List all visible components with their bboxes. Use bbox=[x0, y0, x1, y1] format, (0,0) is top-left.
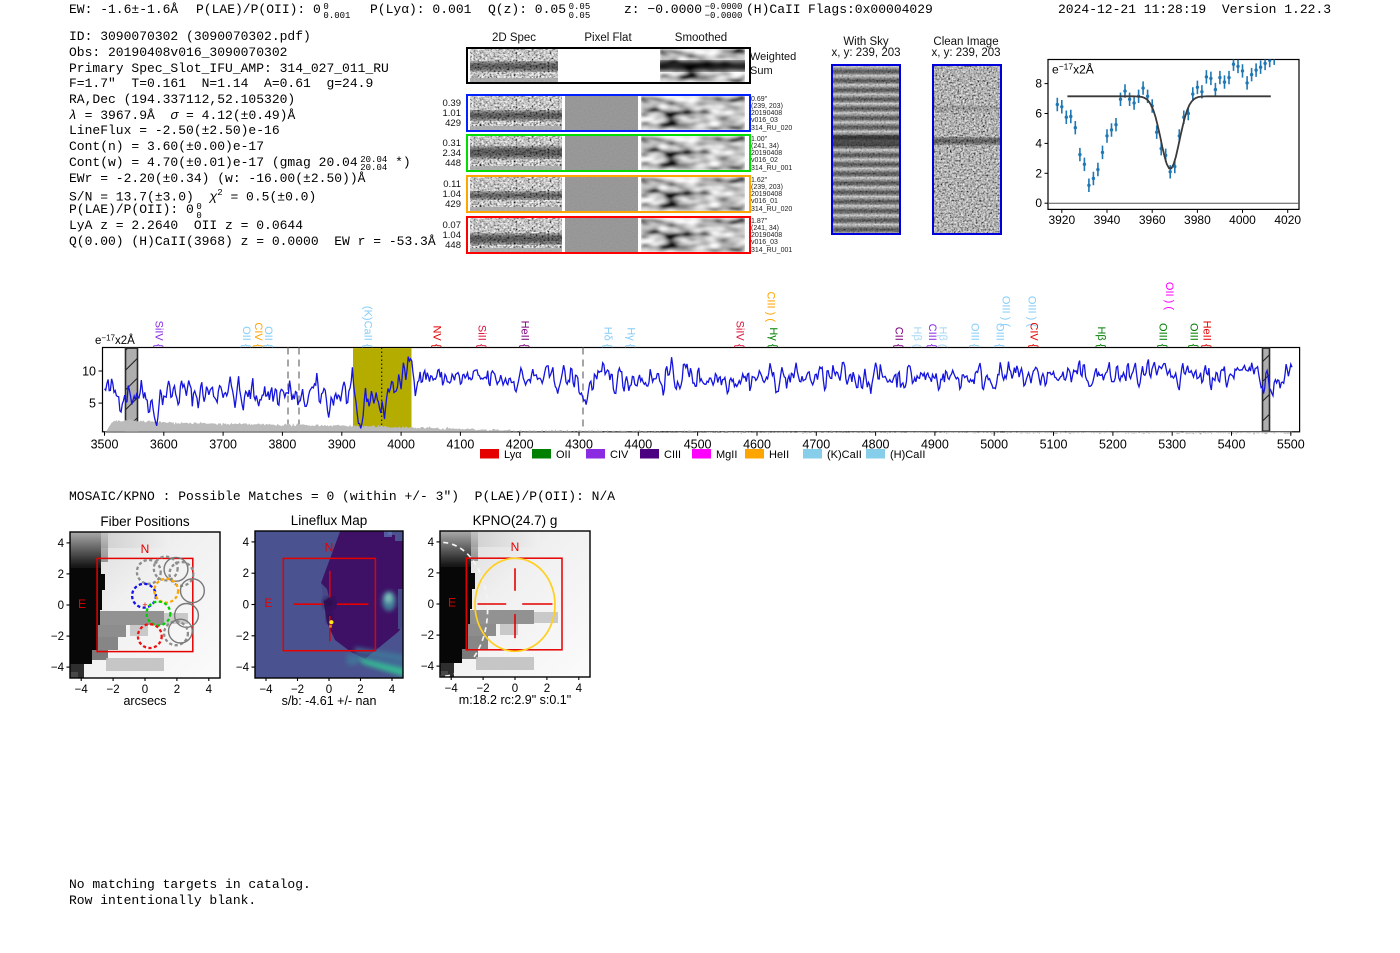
svg-text:CIV: CIV bbox=[610, 449, 629, 461]
svg-text:−4: −4 bbox=[445, 683, 459, 695]
svg-text:OIII ) (: OIII ) ( bbox=[1000, 296, 1012, 328]
svg-text:4: 4 bbox=[389, 684, 396, 696]
svg-text:3800: 3800 bbox=[268, 437, 296, 451]
svg-text:Lyα: Lyα bbox=[504, 449, 522, 461]
svg-text:4: 4 bbox=[206, 684, 213, 696]
svg-text:Hβ (: Hβ ( bbox=[937, 327, 949, 348]
svg-text:5400: 5400 bbox=[1218, 437, 1246, 451]
svg-text:3980: 3980 bbox=[1184, 213, 1211, 227]
svg-text:0: 0 bbox=[1035, 196, 1042, 210]
svg-text:HeII {: HeII { bbox=[519, 321, 531, 348]
svg-text:arcsecs: arcsecs bbox=[123, 694, 166, 708]
svg-text:4000: 4000 bbox=[1229, 213, 1256, 227]
svg-text:5100: 5100 bbox=[1040, 437, 1068, 451]
svg-text:4: 4 bbox=[1035, 136, 1042, 150]
svg-text:10: 10 bbox=[82, 364, 96, 378]
svg-text:3960: 3960 bbox=[1139, 213, 1166, 227]
svg-text:N: N bbox=[141, 542, 150, 556]
svg-text:5000: 5000 bbox=[980, 437, 1008, 451]
svg-text:Hγ {: Hγ { bbox=[767, 327, 779, 348]
svg-text:SiIV {: SiIV { bbox=[734, 321, 746, 348]
svg-text:e−17x2Å: e−17x2Å bbox=[1052, 62, 1094, 77]
svg-text:3600: 3600 bbox=[150, 437, 178, 451]
svg-text:2: 2 bbox=[174, 684, 180, 696]
svg-text:E: E bbox=[448, 595, 456, 609]
svg-text:−4: −4 bbox=[236, 662, 250, 674]
svg-text:OIII {: OIII { bbox=[1157, 323, 1169, 348]
svg-text:MgII: MgII bbox=[716, 449, 737, 461]
svg-text:−2: −2 bbox=[107, 684, 120, 696]
svg-text:−2: −2 bbox=[51, 631, 64, 643]
svg-text:(K)CaII {: (K)CaII { bbox=[362, 306, 374, 348]
svg-text:(K)CaII: (K)CaII bbox=[827, 449, 862, 461]
svg-text:OII: OII bbox=[556, 449, 571, 461]
svg-text:CIV {: CIV { bbox=[1028, 322, 1040, 347]
svg-text:HeII: HeII bbox=[769, 449, 789, 461]
svg-text:Hβ (: Hβ ( bbox=[911, 327, 923, 348]
svg-text:CIII ) (: CIII ) ( bbox=[765, 291, 777, 322]
svg-text:3500: 3500 bbox=[91, 437, 119, 451]
svg-text:−4: −4 bbox=[75, 684, 89, 696]
svg-text:4000: 4000 bbox=[387, 437, 415, 451]
svg-text:−2: −2 bbox=[421, 630, 434, 642]
svg-text:4020: 4020 bbox=[1274, 213, 1301, 227]
svg-text:−4: −4 bbox=[421, 661, 435, 673]
svg-text:N: N bbox=[511, 540, 520, 554]
svg-text:3900: 3900 bbox=[328, 437, 356, 451]
svg-text:OII ) (: OII ) ( bbox=[1163, 282, 1175, 310]
svg-text:N: N bbox=[325, 540, 334, 554]
svg-text:5: 5 bbox=[89, 396, 96, 410]
svg-text:OIII {: OIII { bbox=[1188, 323, 1200, 348]
svg-text:e−17x2Å: e−17x2Å bbox=[95, 334, 135, 348]
svg-text:4100: 4100 bbox=[446, 437, 474, 451]
svg-text:Lineflux Map: Lineflux Map bbox=[291, 513, 368, 528]
svg-text:Fiber Positions: Fiber Positions bbox=[100, 514, 190, 529]
svg-text:SiII {: SiII { bbox=[476, 325, 488, 348]
svg-text:2: 2 bbox=[428, 568, 434, 580]
svg-text:3920: 3920 bbox=[1048, 213, 1075, 227]
svg-text:KPNO(24.7) g: KPNO(24.7) g bbox=[473, 513, 558, 528]
svg-text:SiIV {: SiIV { bbox=[153, 321, 165, 348]
svg-text:m:18.2 rc:2.9" s:0.1": m:18.2 rc:2.9" s:0.1" bbox=[459, 693, 571, 707]
svg-text:0: 0 bbox=[428, 599, 434, 611]
svg-text:0: 0 bbox=[58, 600, 64, 612]
svg-text:OIII {: OIII { bbox=[969, 323, 981, 348]
svg-text:3700: 3700 bbox=[209, 437, 237, 451]
svg-text:OII {: OII { bbox=[262, 326, 274, 348]
svg-text:E: E bbox=[264, 596, 272, 610]
svg-text:−4: −4 bbox=[259, 684, 273, 696]
svg-text:+: + bbox=[142, 600, 147, 610]
svg-text:CII {: CII { bbox=[893, 327, 905, 348]
svg-text:5200: 5200 bbox=[1099, 437, 1127, 451]
svg-text:CIII: CIII bbox=[664, 449, 681, 461]
svg-text:6: 6 bbox=[1035, 107, 1042, 121]
svg-text:Hβ {: Hβ { bbox=[1095, 326, 1107, 347]
svg-text:HeII {: HeII { bbox=[1201, 321, 1213, 348]
svg-text:5500: 5500 bbox=[1277, 437, 1305, 451]
svg-text:Hδ {: Hδ { bbox=[602, 327, 614, 348]
svg-text:8: 8 bbox=[1035, 77, 1042, 91]
svg-text:5300: 5300 bbox=[1158, 437, 1186, 451]
svg-text:s/b: -4.61 +/- nan: s/b: -4.61 +/- nan bbox=[282, 694, 377, 708]
svg-text:CIII {: CIII { bbox=[926, 324, 938, 348]
svg-text:3940: 3940 bbox=[1094, 213, 1121, 227]
svg-text:Hγ {: Hγ { bbox=[625, 327, 637, 348]
svg-text:4: 4 bbox=[576, 683, 583, 695]
svg-text:E: E bbox=[78, 597, 86, 611]
svg-text:4: 4 bbox=[428, 537, 435, 549]
svg-text:2: 2 bbox=[1035, 166, 1042, 180]
svg-text:−4: −4 bbox=[51, 662, 65, 674]
svg-text:−2: −2 bbox=[236, 631, 249, 643]
svg-text:2: 2 bbox=[243, 568, 249, 580]
svg-text:4: 4 bbox=[243, 537, 250, 549]
svg-text:4: 4 bbox=[58, 538, 65, 550]
svg-text:OII {: OII { bbox=[240, 326, 252, 348]
svg-text:2: 2 bbox=[58, 569, 64, 581]
svg-text:(H)CaII: (H)CaII bbox=[890, 449, 925, 461]
svg-text:NV {: NV { bbox=[431, 325, 443, 347]
svg-text:0: 0 bbox=[243, 600, 249, 612]
